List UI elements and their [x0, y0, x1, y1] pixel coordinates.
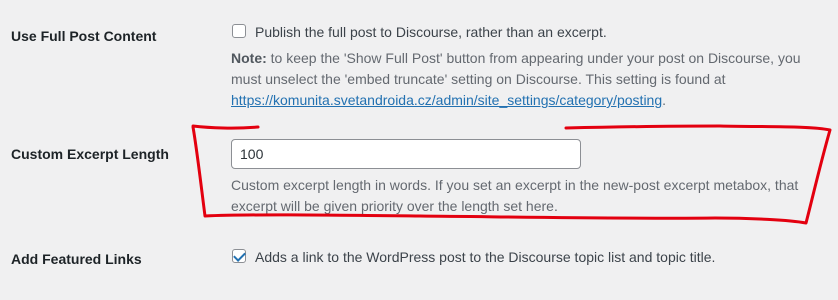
- settings-page: Use Full Post Content Publish the full p…: [0, 0, 838, 300]
- add-featured-links-label: Add Featured Links: [11, 251, 142, 267]
- full-post-checkbox-label[interactable]: Publish the full post to Discourse, rath…: [255, 24, 607, 40]
- full-post-checkbox[interactable]: [232, 24, 246, 38]
- use-full-post-content-label: Use Full Post Content: [11, 28, 157, 44]
- full-post-note: Note: to keep the 'Show Full Post' butto…: [231, 48, 811, 111]
- note-text: to keep the 'Show Full Post' button from…: [231, 50, 801, 87]
- excerpt-length-description: Custom excerpt length in words. If you s…: [231, 177, 799, 214]
- featured-links-checkbox[interactable]: [232, 249, 246, 263]
- featured-links-checkbox-label[interactable]: Adds a link to the WordPress post to the…: [255, 249, 715, 265]
- excerpt-length-input[interactable]: [231, 139, 581, 169]
- discourse-settings-link[interactable]: https://komunita.svetandroida.cz/admin/s…: [231, 92, 662, 108]
- custom-excerpt-length-label: Custom Excerpt Length: [11, 146, 169, 162]
- note-suffix: .: [662, 92, 667, 108]
- note-prefix: Note:: [231, 50, 267, 66]
